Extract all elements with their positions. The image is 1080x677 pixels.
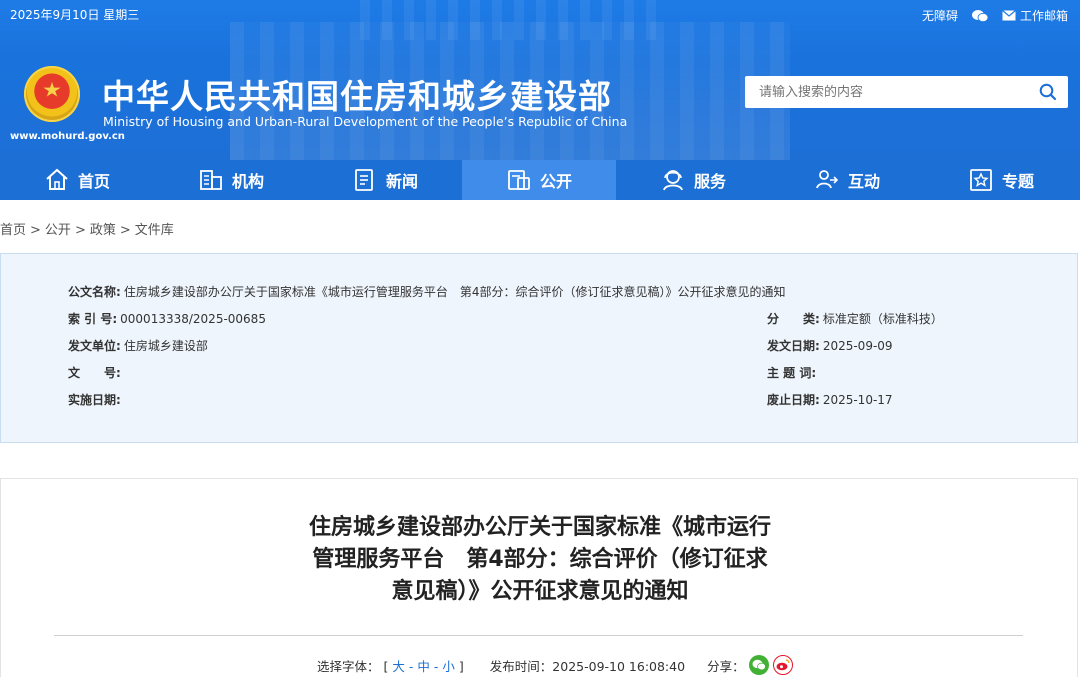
work-email-link[interactable]: 工作邮箱 [1002,7,1068,24]
article-title-line: 管理服务平台 第4部分：综合评价（修订征求 [312,547,768,572]
meta-label: 文 号: [68,366,121,380]
meta-label: 实施日期: [68,393,121,407]
meta-value: 标准定额（标准科技） [822,312,943,326]
breadcrumb-separator: > [30,223,41,238]
mail-icon [1002,10,1016,21]
font-size-label: 选择字体： [317,658,380,674]
nav-label: 机构 [231,172,264,191]
meta-value: 住房城乡建设部办公厅关于国家标准《城市运行管理服务平台 第4部分：综合评价（修订… [123,285,786,299]
nav-item-public[interactable]: 公开 [462,160,616,200]
search-button[interactable] [1028,76,1068,108]
nav-item-news[interactable]: 新闻 [308,160,462,200]
meta-label: 废止日期: [767,393,820,407]
nav-item-home[interactable]: 首页 [0,160,154,200]
accessibility-link[interactable]: 无障碍 [922,7,958,24]
breadcrumb: 首页 > 公开 > 政策 > 文件库 [0,219,174,238]
nav-item-service[interactable]: 服务 [616,160,770,200]
article-title: 住房城乡建设部办公厅关于国家标准《城市运行 管理服务平台 第4部分：综合评价（修… [282,512,798,608]
meta-subject: 主 题 词: [767,364,819,381]
site-url: www.mohurd.gov.cn [10,131,125,142]
meta-value: 2025-10-17 [822,393,893,407]
meta-effective-date: 实施日期: [68,391,124,408]
meta-doc-no: 文 号: [68,364,124,381]
service-icon [663,170,683,191]
font-medium-button[interactable]: 中 [417,659,430,674]
article-title-line: 住房城乡建设部办公厅关于国家标准《城市运行 [308,515,771,540]
site-subtitle: Ministry of Housing and Urban-Rural Deve… [103,114,628,129]
current-date: 2025年9月10日 星期三 [10,8,140,22]
meta-value: 000013338/2025-00685 [120,312,266,326]
meta-value: 2025-09-09 [822,339,893,353]
breadcrumb-policy[interactable]: 政策 [90,223,116,238]
accessibility-label: 无障碍 [921,9,958,23]
nav-label: 服务 [693,172,726,191]
meta-issue-date: 发文日期: 2025-09-09 [767,337,893,354]
publish-time-value: 2025-09-10 16:08:40 [552,658,686,674]
nav-item-interact[interactable]: 互动 [770,160,924,200]
site-title[interactable]: 中华人民共和国住房和城乡建设部 [102,70,612,118]
search-box [745,76,1068,108]
nav-label: 互动 [847,172,880,191]
nav-item-institutions[interactable]: 机构 [154,160,308,200]
breadcrumb-library[interactable]: 文件库 [135,223,174,238]
meta-label: 发文单位: [68,339,121,353]
meta-value: 住房城乡建设部 [123,339,208,353]
meta-category: 分 类: 标准定额（标准科技） [767,310,943,327]
share-label: 分享： [707,658,745,674]
share-weibo-button[interactable] [772,655,793,675]
topbar-links: 无障碍 工作邮箱 [922,7,1068,24]
nav-label: 新闻 [385,172,418,191]
search-icon [1039,83,1057,101]
share-wechat-button[interactable] [748,655,769,675]
search-input[interactable] [745,77,1028,107]
nav-label: 首页 [77,172,110,191]
nav-label: 专题 [1001,172,1034,191]
font-bracket: [ [383,658,389,674]
wechat-icon [752,659,766,671]
work-email-label: 工作邮箱 [1019,9,1068,23]
share-bar: 分享： [707,655,793,675]
meta-issuer: 发文单位: 住房城乡建设部 [68,337,208,354]
font-bracket: ] [458,658,464,674]
news-icon [355,169,373,191]
nav-item-topics[interactable]: 专题 [924,160,1078,200]
meta-index: 索 引 号: 000013338/2025-00685 [68,310,266,327]
national-emblem-logo [24,66,80,122]
publish-time: 发布时间：2025-09-10 16:08:40 [490,656,685,675]
font-large-button[interactable]: 大 [392,659,405,674]
breadcrumb-home[interactable]: 首页 [0,223,26,238]
header-building-image-top [360,0,660,40]
meta-expiry-date: 废止日期: 2025-10-17 [767,391,893,408]
main-nav: 首页 机构 新闻 公开 服务 互动 专题 [0,160,1080,200]
font-size-selector: [ 大 - 中 - 小 ] [384,656,464,675]
star-icon [970,169,992,191]
meta-doc-name: 公文名称: 住房城乡建设部办公厅关于国家标准《城市运行管理服务平台 第4部分：综合… [68,283,785,300]
meta-label: 索 引 号: [68,312,118,326]
meta-label: 主 题 词: [767,366,817,380]
font-dash: - [433,658,439,674]
meta-label: 公文名称: [68,285,121,299]
building-icon [200,170,222,190]
font-dash: - [408,658,414,674]
article-divider [54,635,1023,636]
weibo-icon [776,659,790,671]
meta-label: 发文日期: [767,339,820,353]
font-small-button[interactable]: 小 [442,659,455,674]
home-icon [46,168,68,190]
meta-label: 分 类: [767,312,820,326]
article-title-line: 意见稿）》公开征求意见的通知 [391,579,689,604]
interact-icon [816,170,839,189]
wechat-link[interactable] [971,9,988,23]
article-tools: 选择字体： [ 大 - 中 - 小 ] 发布时间：2025-09-10 16:0… [317,655,793,675]
breadcrumb-separator: > [74,223,86,238]
breadcrumb-public[interactable]: 公开 [45,223,71,238]
nav-label: 公开 [539,172,572,191]
publish-time-label: 发布时间： [489,658,553,674]
site-header: 2025年9月10日 星期三 无障碍 工作邮箱 www.mohurd.gov.c… [0,0,1080,160]
public-icon [508,170,530,190]
wechat-icon [971,9,988,22]
breadcrumb-separator: > [119,223,131,238]
